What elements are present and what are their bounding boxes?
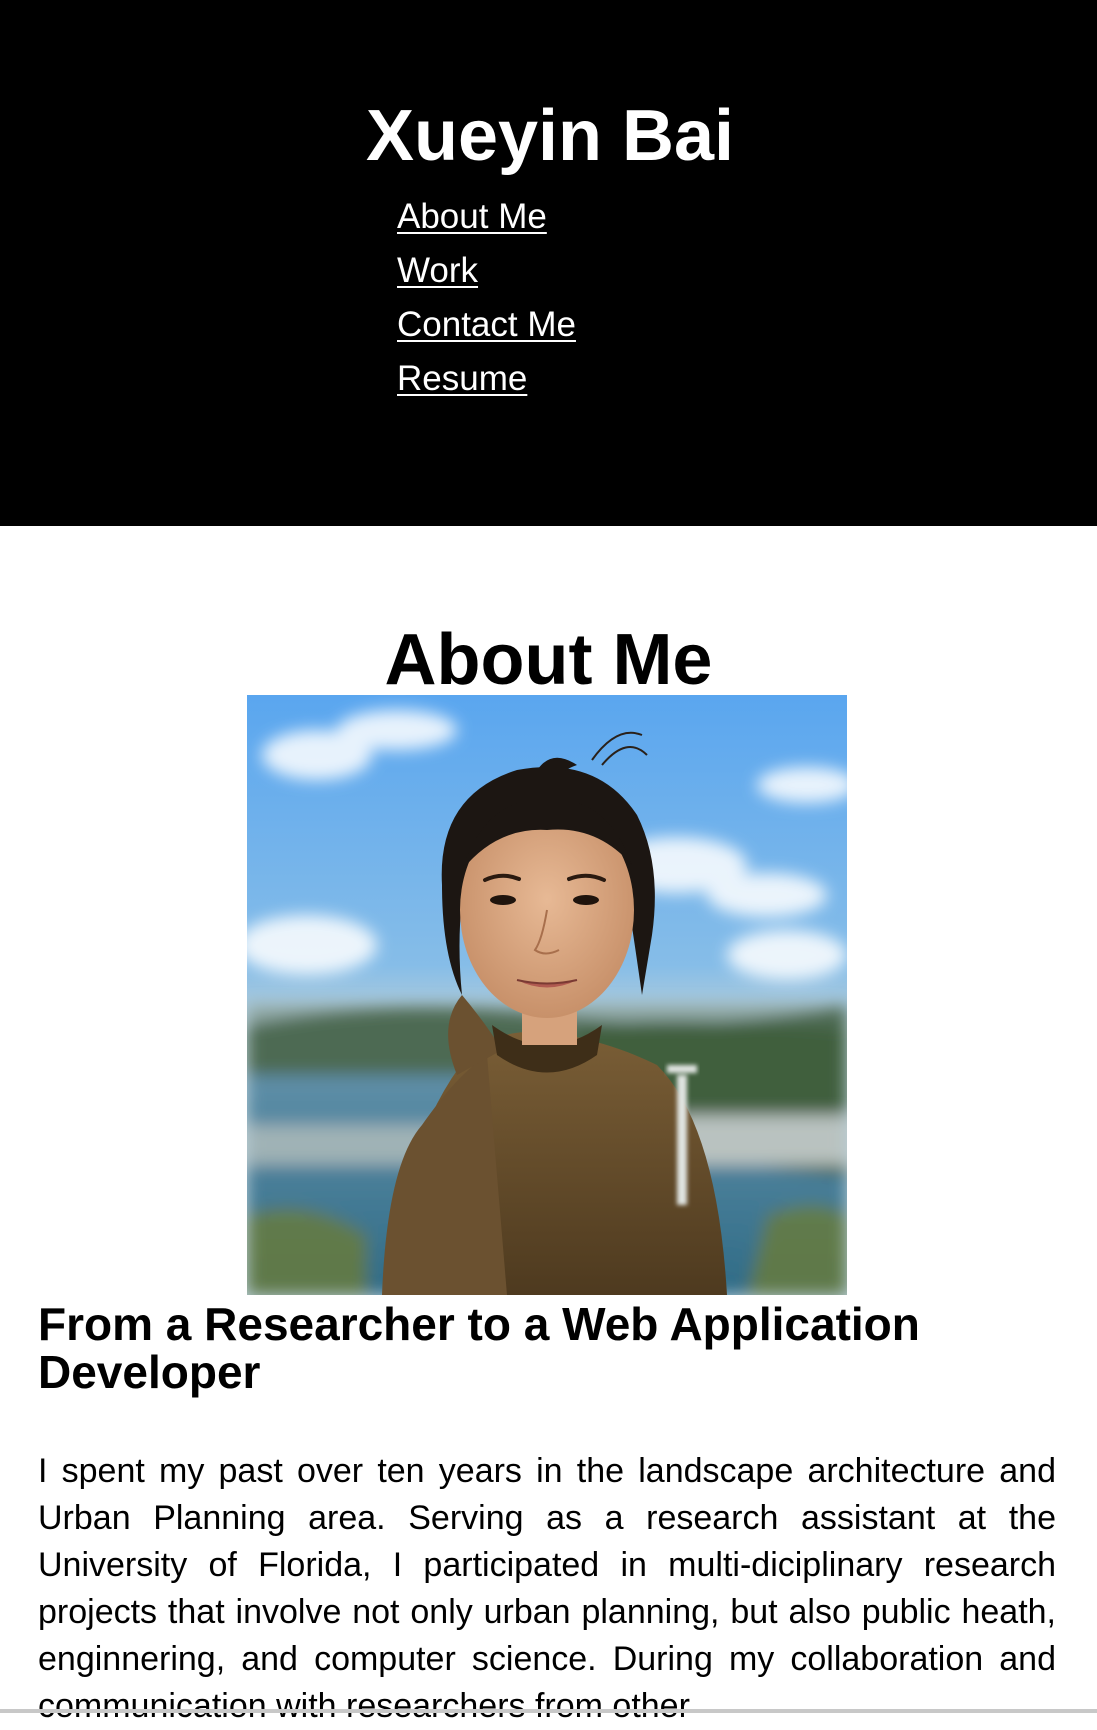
profile-photo <box>247 695 847 1295</box>
site-header: Xueyin Bai About Me Work Contact Me Resu… <box>0 0 1097 526</box>
site-title: Xueyin Bai <box>365 96 735 176</box>
nav-item-resume: Resume <box>397 359 576 413</box>
about-subheading: From a Researcher to a Web Application D… <box>38 1298 920 1398</box>
nav-item-about: About Me <box>397 197 576 251</box>
nav-link-contact-me[interactable]: Contact Me <box>397 305 576 344</box>
nav-link-work[interactable]: Work <box>397 251 478 290</box>
about-section-title: About Me <box>384 620 713 700</box>
nav-item-work: Work <box>397 251 576 305</box>
nav-link-resume[interactable]: Resume <box>397 359 527 398</box>
window-bottom-edge <box>0 1709 1097 1713</box>
main-nav: About Me Work Contact Me Resume <box>397 197 576 413</box>
about-bio-paragraph: I spent my past over ten years in the la… <box>38 1452 1056 1725</box>
nav-item-contact: Contact Me <box>397 305 576 359</box>
nav-link-about-me[interactable]: About Me <box>397 197 547 236</box>
